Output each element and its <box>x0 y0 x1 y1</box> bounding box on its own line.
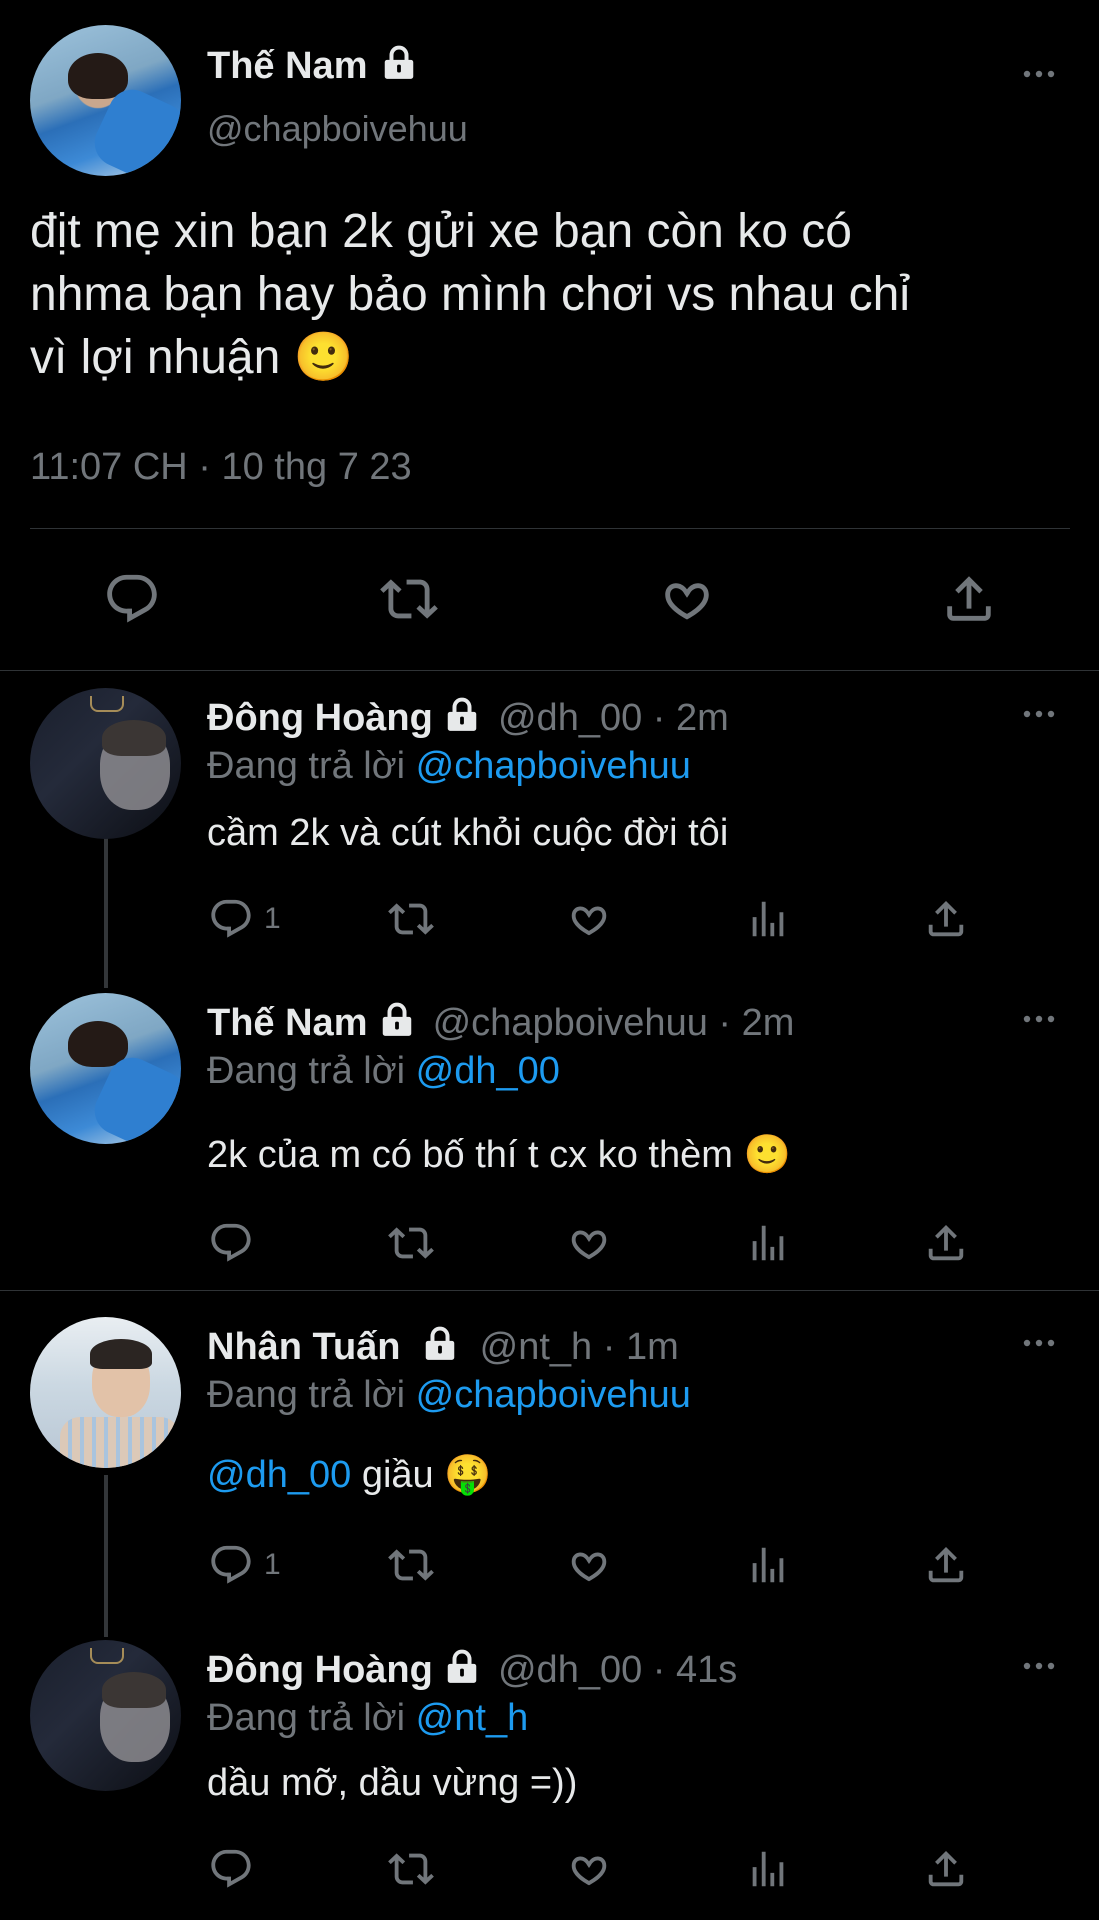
lock-icon <box>443 696 481 734</box>
retweet-icon[interactable] <box>380 570 438 628</box>
more-icon[interactable] <box>1021 68 1057 80</box>
tweet-timestamp[interactable]: 11:07 CH · 10 thg 7 23 <box>30 446 412 489</box>
share-icon[interactable] <box>940 570 998 628</box>
handle-time: @dh_00 · 41s <box>497 1649 738 1691</box>
author-name[interactable]: Thế Nam @chapboivehuu · 2m <box>207 1001 794 1045</box>
like-icon[interactable] <box>566 1846 612 1892</box>
lock-icon <box>421 1325 459 1363</box>
handle-time: @dh_00 · 2m <box>497 697 729 739</box>
replying-prefix: Đang trả lời <box>207 745 406 787</box>
retweet-icon[interactable] <box>388 1542 434 1588</box>
replying-to-link[interactable]: @nt_h <box>416 1697 529 1739</box>
replying-to-link[interactable]: @chapboivehuu <box>416 745 691 787</box>
more-icon[interactable] <box>1021 1013 1057 1025</box>
reply-icon[interactable] <box>103 570 161 628</box>
reply-icon[interactable] <box>208 1846 254 1892</box>
replying-prefix: Đang trả lời <box>207 1697 406 1739</box>
analytics-icon[interactable] <box>745 1846 791 1892</box>
divider <box>0 1290 1099 1291</box>
retweet-icon[interactable] <box>388 1846 434 1892</box>
lock-icon <box>380 44 418 82</box>
avatar[interactable] <box>30 1317 181 1468</box>
author-name[interactable]: Nhân Tuấn @nt_h · 1m <box>207 1325 679 1369</box>
share-icon[interactable] <box>923 1846 969 1892</box>
author-name-text: Đông Hoàng <box>207 1649 433 1691</box>
reply-text: @dh_00 giầu 🤑 <box>207 1453 492 1497</box>
avatar[interactable] <box>30 993 181 1144</box>
author-name[interactable]: Thế Nam <box>207 44 418 88</box>
handle-time: @chapboivehuu · 2m <box>432 1002 795 1044</box>
tweet-text-line: địt mẹ xin bạn 2k gửi xe bạn còn ko có <box>30 205 852 258</box>
like-icon[interactable] <box>566 1542 612 1588</box>
avatar[interactable] <box>30 1640 181 1791</box>
mention-link[interactable]: @dh_00 <box>207 1454 351 1496</box>
reply-text: cầm 2k và cút khỏi cuộc đời tôi <box>207 812 729 854</box>
more-icon[interactable] <box>1021 1660 1057 1672</box>
like-icon[interactable] <box>566 1220 612 1266</box>
retweet-icon[interactable] <box>388 1220 434 1266</box>
like-icon[interactable] <box>658 570 716 628</box>
thread-line <box>104 1475 108 1637</box>
lock-icon <box>378 1001 416 1039</box>
share-icon[interactable] <box>923 1220 969 1266</box>
author-name-text: Thế Nam <box>207 45 368 87</box>
divider <box>30 528 1070 529</box>
reply-text: dầu mỡ, dầu vừng =)) <box>207 1762 578 1804</box>
reply-icon[interactable] <box>208 896 254 942</box>
share-icon[interactable] <box>923 896 969 942</box>
replying-to: Đang trả lời @chapboivehuu <box>207 1374 691 1417</box>
analytics-icon[interactable] <box>745 1220 791 1266</box>
tweet-text: địt mẹ xin bạn 2k gửi xe bạn còn ko có n… <box>30 200 910 389</box>
replying-to-link[interactable]: @chapboivehuu <box>416 1374 691 1416</box>
retweet-icon[interactable] <box>388 896 434 942</box>
author-name-text: Nhân Tuấn <box>207 1326 401 1368</box>
like-icon[interactable] <box>566 896 612 942</box>
share-icon[interactable] <box>923 1542 969 1588</box>
reply-count: 1 <box>264 1548 281 1581</box>
replying-to: Đang trả lời @dh_00 <box>207 1050 560 1093</box>
avatar[interactable] <box>30 688 181 839</box>
reply-text-body: giầu 🤑 <box>361 1454 492 1496</box>
reply-icon[interactable] <box>208 1542 254 1588</box>
author-handle[interactable]: @chapboivehuu <box>207 108 468 150</box>
handle-time: @nt_h · 1m <box>479 1326 679 1368</box>
author-name[interactable]: Đông Hoàng @dh_00 · 2m <box>207 696 729 740</box>
replying-to: Đang trả lời @nt_h <box>207 1697 528 1740</box>
author-name-text: Đông Hoàng <box>207 697 433 739</box>
reply-text: 2k của m có bố thí t cx ko thèm 🙂 <box>207 1134 791 1176</box>
replying-prefix: Đang trả lời <box>207 1050 406 1092</box>
divider <box>0 670 1099 671</box>
tweet-text-line: nhma bạn hay bảo mình chơi vs nhau chỉ <box>30 268 911 321</box>
replying-prefix: Đang trả lời <box>207 1374 406 1416</box>
avatar[interactable] <box>30 25 181 176</box>
replying-to: Đang trả lời @chapboivehuu <box>207 745 691 788</box>
reply-count: 1 <box>264 902 281 935</box>
analytics-icon[interactable] <box>745 1542 791 1588</box>
more-icon[interactable] <box>1021 1337 1057 1349</box>
lock-icon <box>443 1648 481 1686</box>
replying-to-link[interactable]: @dh_00 <box>416 1050 560 1092</box>
reply-icon[interactable] <box>208 1220 254 1266</box>
thread-line <box>104 838 108 988</box>
more-icon[interactable] <box>1021 708 1057 720</box>
author-name-text: Thế Nam <box>207 1002 368 1044</box>
tweet-text-line: vì lợi nhuận 🙂 <box>30 331 354 384</box>
analytics-icon[interactable] <box>745 896 791 942</box>
author-name[interactable]: Đông Hoàng @dh_00 · 41s <box>207 1648 737 1692</box>
